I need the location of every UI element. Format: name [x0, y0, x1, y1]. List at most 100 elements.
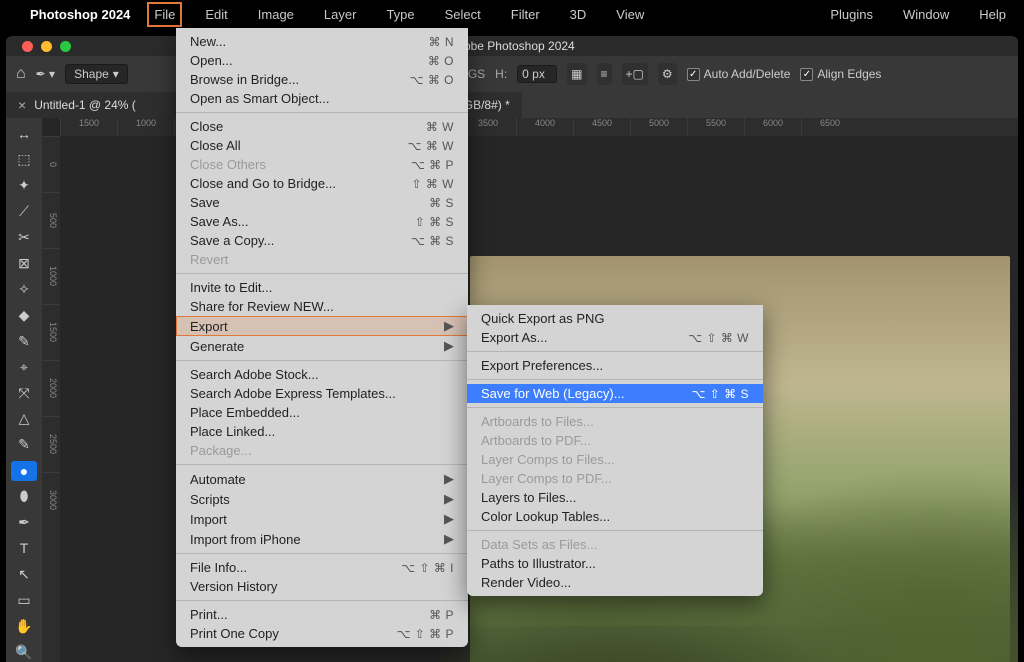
- menu-item-search-adobe-stock[interactable]: Search Adobe Stock...: [176, 365, 468, 384]
- tool-17[interactable]: ↖: [11, 564, 37, 584]
- menu-item-save-for-web-legacy[interactable]: Save for Web (Legacy)...⌥ ⇧ ⌘ S: [467, 384, 763, 403]
- menu-item-version-history[interactable]: Version History: [176, 577, 468, 596]
- menu-item-open[interactable]: Open...⌘ O: [176, 51, 468, 70]
- tool-10[interactable]: ⤧: [11, 383, 37, 403]
- tool-3[interactable]: ⟋: [11, 202, 37, 222]
- menu-item-save-as[interactable]: Save As...⇧ ⌘ S: [176, 212, 468, 231]
- menu-item-quick-export-as-png[interactable]: Quick Export as PNG: [467, 309, 763, 328]
- menu-shortcut: ⇧ ⌘ W: [411, 177, 454, 191]
- tool-14[interactable]: ⬮: [11, 487, 37, 507]
- menu-item-new[interactable]: New...⌘ N: [176, 32, 468, 51]
- path-ops-icon[interactable]: +▢: [622, 63, 648, 85]
- menu-help[interactable]: Help: [973, 3, 1012, 26]
- menu-item-paths-to-illustrator[interactable]: Paths to Illustrator...: [467, 554, 763, 573]
- menu-view[interactable]: View: [610, 3, 650, 26]
- tool-8[interactable]: ✎: [11, 331, 37, 351]
- menu-item-export[interactable]: Export▶: [176, 316, 468, 336]
- menu-item-export-as[interactable]: Export As...⌥ ⇧ ⌘ W: [467, 328, 763, 347]
- menu-item-label: Layers to Files...: [481, 490, 576, 505]
- h-field[interactable]: 0 px: [517, 65, 557, 83]
- menu-item-import-from-iphone[interactable]: Import from iPhone▶: [176, 529, 468, 549]
- tool-11[interactable]: △: [11, 409, 37, 429]
- menu-item-export-preferences[interactable]: Export Preferences...: [467, 356, 763, 375]
- close-window-icon[interactable]: [22, 41, 33, 52]
- tool-6[interactable]: ✧: [11, 279, 37, 299]
- submenu-arrow-icon: ▶: [444, 511, 454, 527]
- menu-item-file-info[interactable]: File Info...⌥ ⇧ ⌘ I: [176, 558, 468, 577]
- tool-9[interactable]: ⌖: [11, 357, 37, 377]
- tool-1[interactable]: ⬚: [11, 150, 37, 170]
- gear-icon[interactable]: ⚙: [658, 63, 677, 85]
- menu-item-label: Open as Smart Object...: [190, 91, 329, 106]
- gs-label: GS: [468, 67, 485, 81]
- menu-item-render-video[interactable]: Render Video...: [467, 573, 763, 592]
- menu-item-place-linked[interactable]: Place Linked...: [176, 422, 468, 441]
- menu-item-place-embedded[interactable]: Place Embedded...: [176, 403, 468, 422]
- tool-15[interactable]: ✒: [11, 513, 37, 533]
- menu-item-search-adobe-express-templates[interactable]: Search Adobe Express Templates...: [176, 384, 468, 403]
- submenu-arrow-icon: ▶: [444, 471, 454, 487]
- tool-18[interactable]: ▭: [11, 590, 37, 610]
- menu-item-close-all[interactable]: Close All⌥ ⌘ W: [176, 136, 468, 155]
- menu-item-automate[interactable]: Automate▶: [176, 469, 468, 489]
- menu-item-label: Export: [190, 319, 228, 334]
- fullscreen-window-icon[interactable]: [60, 41, 71, 52]
- menu-edit[interactable]: Edit: [199, 3, 233, 26]
- menu-select[interactable]: Select: [439, 3, 487, 26]
- ruler-tick: 2500: [42, 416, 60, 472]
- menu-item-invite-to-edit[interactable]: Invite to Edit...: [176, 278, 468, 297]
- menu-item-browse-in-bridge[interactable]: Browse in Bridge...⌥ ⌘ O: [176, 70, 468, 89]
- tool-16[interactable]: T: [11, 539, 37, 559]
- menu-window[interactable]: Window: [897, 3, 955, 26]
- app-name[interactable]: Photoshop 2024: [30, 7, 130, 22]
- distribute-icon[interactable]: ≡: [597, 63, 612, 85]
- menu-layer[interactable]: Layer: [318, 3, 363, 26]
- menu-item-save[interactable]: Save⌘ S: [176, 193, 468, 212]
- menu-item-scripts[interactable]: Scripts▶: [176, 489, 468, 509]
- home-icon[interactable]: ⌂: [16, 65, 26, 83]
- menu-filter[interactable]: Filter: [505, 3, 546, 26]
- auto-add-delete-checkbox[interactable]: Auto Add/Delete: [687, 67, 791, 81]
- tool-12[interactable]: ✎: [11, 435, 37, 455]
- menu-item-artboards-to-files: Artboards to Files...: [467, 412, 763, 431]
- tool-7[interactable]: ◆: [11, 305, 37, 325]
- submenu-arrow-icon: ▶: [444, 531, 454, 547]
- tool-13[interactable]: ●: [11, 461, 37, 481]
- menu-item-open-as-smart-object[interactable]: Open as Smart Object...: [176, 89, 468, 108]
- menu-item-close-and-go-to-bridge[interactable]: Close and Go to Bridge... ⇧ ⌘ W: [176, 174, 468, 193]
- menu-item-label: File Info...: [190, 560, 247, 575]
- menu-item-label: Browse in Bridge...: [190, 72, 299, 87]
- tool-4[interactable]: ✂: [11, 228, 37, 248]
- menu-shortcut: ⌥ ⌘ P: [411, 158, 454, 172]
- menu-plugins[interactable]: Plugins: [824, 3, 879, 26]
- menu-item-close[interactable]: Close⌘ W: [176, 117, 468, 136]
- menu-image[interactable]: Image: [252, 3, 300, 26]
- menu-item-print-one-copy[interactable]: Print One Copy⌥ ⇧ ⌘ P: [176, 624, 468, 643]
- menu-item-print[interactable]: Print...⌘ P: [176, 605, 468, 624]
- minimize-window-icon[interactable]: [41, 41, 52, 52]
- menu-item-layers-to-files[interactable]: Layers to Files...: [467, 488, 763, 507]
- align-icon[interactable]: ▦: [567, 63, 586, 85]
- tool-5[interactable]: ⊠: [11, 254, 37, 274]
- menu-shortcut: ⌥ ⇧ ⌘ S: [692, 387, 749, 401]
- tool-0[interactable]: ↔: [11, 124, 37, 144]
- menu-item-label: Color Lookup Tables...: [481, 509, 610, 524]
- menu-item-color-lookup-tables[interactable]: Color Lookup Tables...: [467, 507, 763, 526]
- align-edges-checkbox[interactable]: Align Edges: [800, 67, 881, 81]
- menu-item-label: Quick Export as PNG: [481, 311, 605, 326]
- tool-2[interactable]: ✦: [11, 176, 37, 196]
- menu-item-import[interactable]: Import▶: [176, 509, 468, 529]
- tool-mode-dropdown[interactable]: Shape▾: [65, 64, 128, 84]
- menu-type[interactable]: Type: [380, 3, 420, 26]
- menu-file[interactable]: File: [148, 3, 181, 26]
- close-tab-icon[interactable]: ×: [18, 97, 26, 113]
- menu-item-generate[interactable]: Generate▶: [176, 336, 468, 356]
- pen-tool-icon[interactable]: ✒ ▾: [36, 67, 55, 81]
- menu-item-save-a-copy[interactable]: Save a Copy...⌥ ⌘ S: [176, 231, 468, 250]
- menu-item-label: Close and Go to Bridge...: [190, 176, 336, 191]
- tool-19[interactable]: ✋: [11, 616, 37, 636]
- tool-20[interactable]: 🔍: [11, 642, 37, 662]
- menu-3d[interactable]: 3D: [564, 3, 593, 26]
- menu-item-share-for-review-new[interactable]: Share for Review NEW...: [176, 297, 468, 316]
- menu-item-label: Package...: [190, 443, 251, 458]
